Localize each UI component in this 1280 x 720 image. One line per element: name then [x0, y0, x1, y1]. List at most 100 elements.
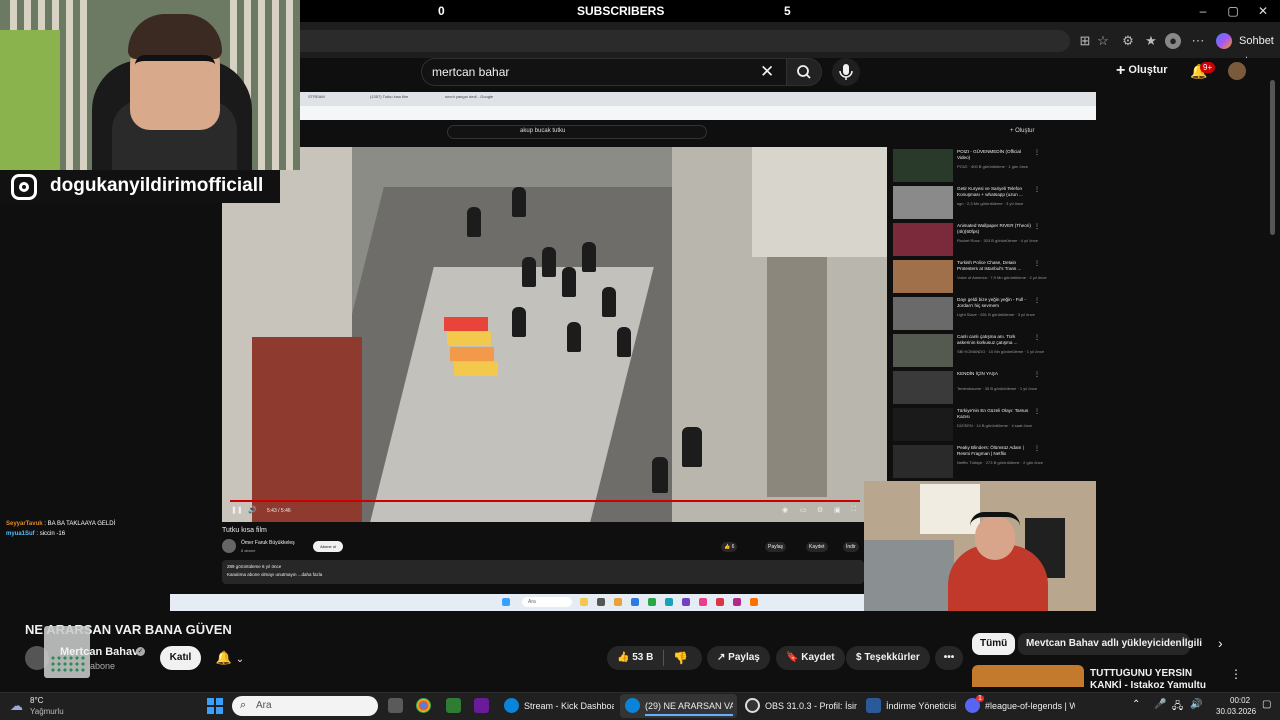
copilot-chat-button[interactable]: Sohbet et: [1215, 31, 1280, 67]
account-avatar[interactable]: [1228, 62, 1246, 80]
download-manager-icon[interactable]: [866, 698, 881, 713]
inner-download-action: İndir: [843, 542, 859, 552]
share-button[interactable]: ↗ Paylaş: [707, 646, 770, 670]
recommended-more-icon[interactable]: ⋮: [1230, 667, 1242, 681]
cam2-headset: [970, 512, 1020, 526]
weather-temperature[interactable]: 8°C: [30, 696, 43, 705]
clock-time[interactable]: 00:02: [1230, 696, 1250, 705]
taskbar-search-box[interactable]: [232, 696, 378, 716]
inner-app-icon: [750, 598, 758, 606]
search-button[interactable]: [786, 58, 822, 86]
search-query[interactable]: mertcan bahar: [432, 65, 509, 79]
windows-start-icon[interactable]: [207, 698, 223, 714]
subscription-bell-button[interactable]: 🔔 ⌄: [205, 646, 255, 670]
save-label: Kaydet: [801, 652, 835, 663]
network-icon[interactable]: 🖧: [1172, 699, 1183, 716]
voice-search-button[interactable]: [832, 58, 860, 86]
edge-icon[interactable]: [625, 698, 640, 713]
extensions-icon[interactable]: ⚙: [1120, 33, 1136, 49]
inner-video-title: Tutku kısa film: [222, 527, 267, 534]
plus-icon: +: [1116, 62, 1126, 79]
inner-more-icon: ⋮: [1034, 187, 1040, 193]
taskbar-app-discord[interactable]: #league-of-legends | W: [985, 696, 1075, 716]
inner-channel-subs: 8 abone: [241, 548, 256, 553]
inner-save-action: Kaydet: [806, 542, 828, 552]
favorites-icon[interactable]: ★: [1143, 33, 1159, 49]
weather-rain-icon[interactable]: ☁: [10, 698, 23, 714]
inner-app-icon: [580, 598, 588, 606]
weather-description[interactable]: Yağmurlu: [30, 707, 64, 716]
bookmark-icon: 🔖: [786, 652, 799, 663]
inner-recommendation-meta: Light Slave · 651 B görüntüleme · 3 yıl …: [957, 312, 1035, 317]
chip-all[interactable]: Tümü: [972, 633, 1016, 655]
page-scrollbar[interactable]: [1270, 80, 1275, 235]
chat-username: myua1Suf: [6, 531, 35, 537]
like-count: 53 B: [632, 652, 654, 663]
inner-recommendation-meta: Tentenbaume · 35 B görüntüleme · 1 yıl ö…: [957, 386, 1038, 391]
file-app-icon[interactable]: [446, 698, 461, 713]
inner-share-action: Paylaş: [765, 542, 787, 552]
bookmark-star-icon[interactable]: ☆: [1095, 33, 1111, 49]
inner-description-stats: 289 görüntüleme 6 yıl önce: [227, 564, 282, 569]
app-install-icon[interactable]: ⊞: [1077, 33, 1093, 49]
inner-recommendation-thumbnail: [893, 149, 953, 182]
chat-text: siccin -16: [39, 531, 66, 537]
inner-recommendation-title: Dayı geldi bize yeğin yeğin - Full - Jor…: [957, 297, 1026, 308]
close-window-button[interactable]: ✕: [1248, 4, 1278, 18]
volume-tray-icon[interactable]: 🔊: [1190, 699, 1202, 710]
channel-name[interactable]: Mertcan Bahav: [60, 646, 138, 658]
search-icon: [797, 65, 811, 79]
inner-more-icon: ⋮: [1034, 298, 1040, 304]
inner-recommendation-title: KENDİN İÇİN YAŞA: [957, 371, 998, 376]
taskbar-search-placeholder: Ara: [256, 700, 272, 711]
chip-related[interactable]: İlgili: [1174, 633, 1210, 655]
profile-icon[interactable]: ●: [1165, 33, 1181, 49]
inner-recommendation-meta: DİZİSEN · 14 B görüntüleme · 4 saat önce: [957, 423, 1033, 428]
inner-app-icon: [682, 598, 690, 606]
taskbar-app-kick[interactable]: Stream - Kick Dashboar: [524, 696, 614, 716]
inner-app-icon: [665, 598, 673, 606]
share-icon: ↗: [717, 652, 726, 663]
tray-chevron-up-icon[interactable]: ⌃: [1132, 699, 1140, 710]
browser-menu-icon[interactable]: ⋯: [1190, 33, 1206, 49]
recommended-title[interactable]: TUTTUĞUNU YERSİN KANKİ - Istakoz Yamultu: [1090, 668, 1220, 689]
inner-browser-tabs: STREAM (1357) Tutku kısa film sınırlı ya…: [300, 92, 1096, 106]
address-bar[interactable]: [300, 30, 1070, 52]
microphone-tray-icon[interactable]: 🎤: [1154, 699, 1166, 710]
recommended-thumbnail[interactable]: [972, 665, 1084, 687]
inner-app-icon: [716, 598, 724, 606]
minimize-button[interactable]: –: [1188, 4, 1218, 18]
like-button[interactable]: 👍 53 B: [617, 652, 653, 663]
obs-icon[interactable]: [745, 698, 760, 713]
create-button[interactable]: + Oluştur: [1116, 62, 1168, 80]
taskbar-app-obs[interactable]: OBS 31.0.3 - Profil: İsims: [765, 696, 857, 716]
chat-username: SeyyarTavuk: [6, 521, 43, 527]
fullscreen-icon: ⛶: [851, 506, 856, 513]
chip-uploader[interactable]: Mevtcan Bahav adlı yükleyiciden: [1018, 633, 1190, 655]
taskbar-app-youtube[interactable]: (29) NE ARARSAN VAR E: [645, 696, 733, 716]
thanks-button[interactable]: $ Teşekkürler: [846, 646, 930, 670]
inner-like-action: 👍 6: [721, 542, 738, 552]
clock-date[interactable]: 30.03.2026: [1216, 707, 1256, 716]
verified-icon: ✓: [136, 647, 145, 656]
cam-plant: [0, 30, 60, 170]
chat-overlay: SeyyarTavuk : BA BA TAKLAAYA GELDİ myua1…: [6, 519, 115, 539]
super-thanks-icon: $: [856, 652, 862, 663]
notification-center-icon[interactable]: ▢: [1262, 699, 1271, 710]
more-actions-button[interactable]: •••: [935, 646, 963, 670]
inner-recommendation-thumbnail: [893, 408, 953, 441]
taskbar-app-downloads[interactable]: İndirme Yöneticisi: [886, 696, 956, 716]
edge-icon[interactable]: [504, 698, 519, 713]
thumbs-down-icon[interactable]: 👎: [673, 651, 688, 665]
join-button[interactable]: Katıl: [160, 646, 201, 670]
maximize-button[interactable]: ▢: [1218, 4, 1248, 18]
chrome-icon[interactable]: [416, 698, 431, 713]
bell-icon: 🔔: [215, 650, 233, 665]
app-icon[interactable]: [474, 698, 489, 713]
video-time: 5:43 / 5:46: [267, 508, 291, 514]
clear-search-icon[interactable]: ✕: [760, 62, 774, 82]
save-button[interactable]: 🔖 Kaydet: [776, 646, 845, 670]
chevron-right-icon[interactable]: ›: [1218, 635, 1223, 651]
inner-recommendation-title: Getir Kuryesi ve Sariyeli Telefon Konuşm…: [957, 186, 1023, 197]
task-view-icon[interactable]: [388, 698, 403, 713]
